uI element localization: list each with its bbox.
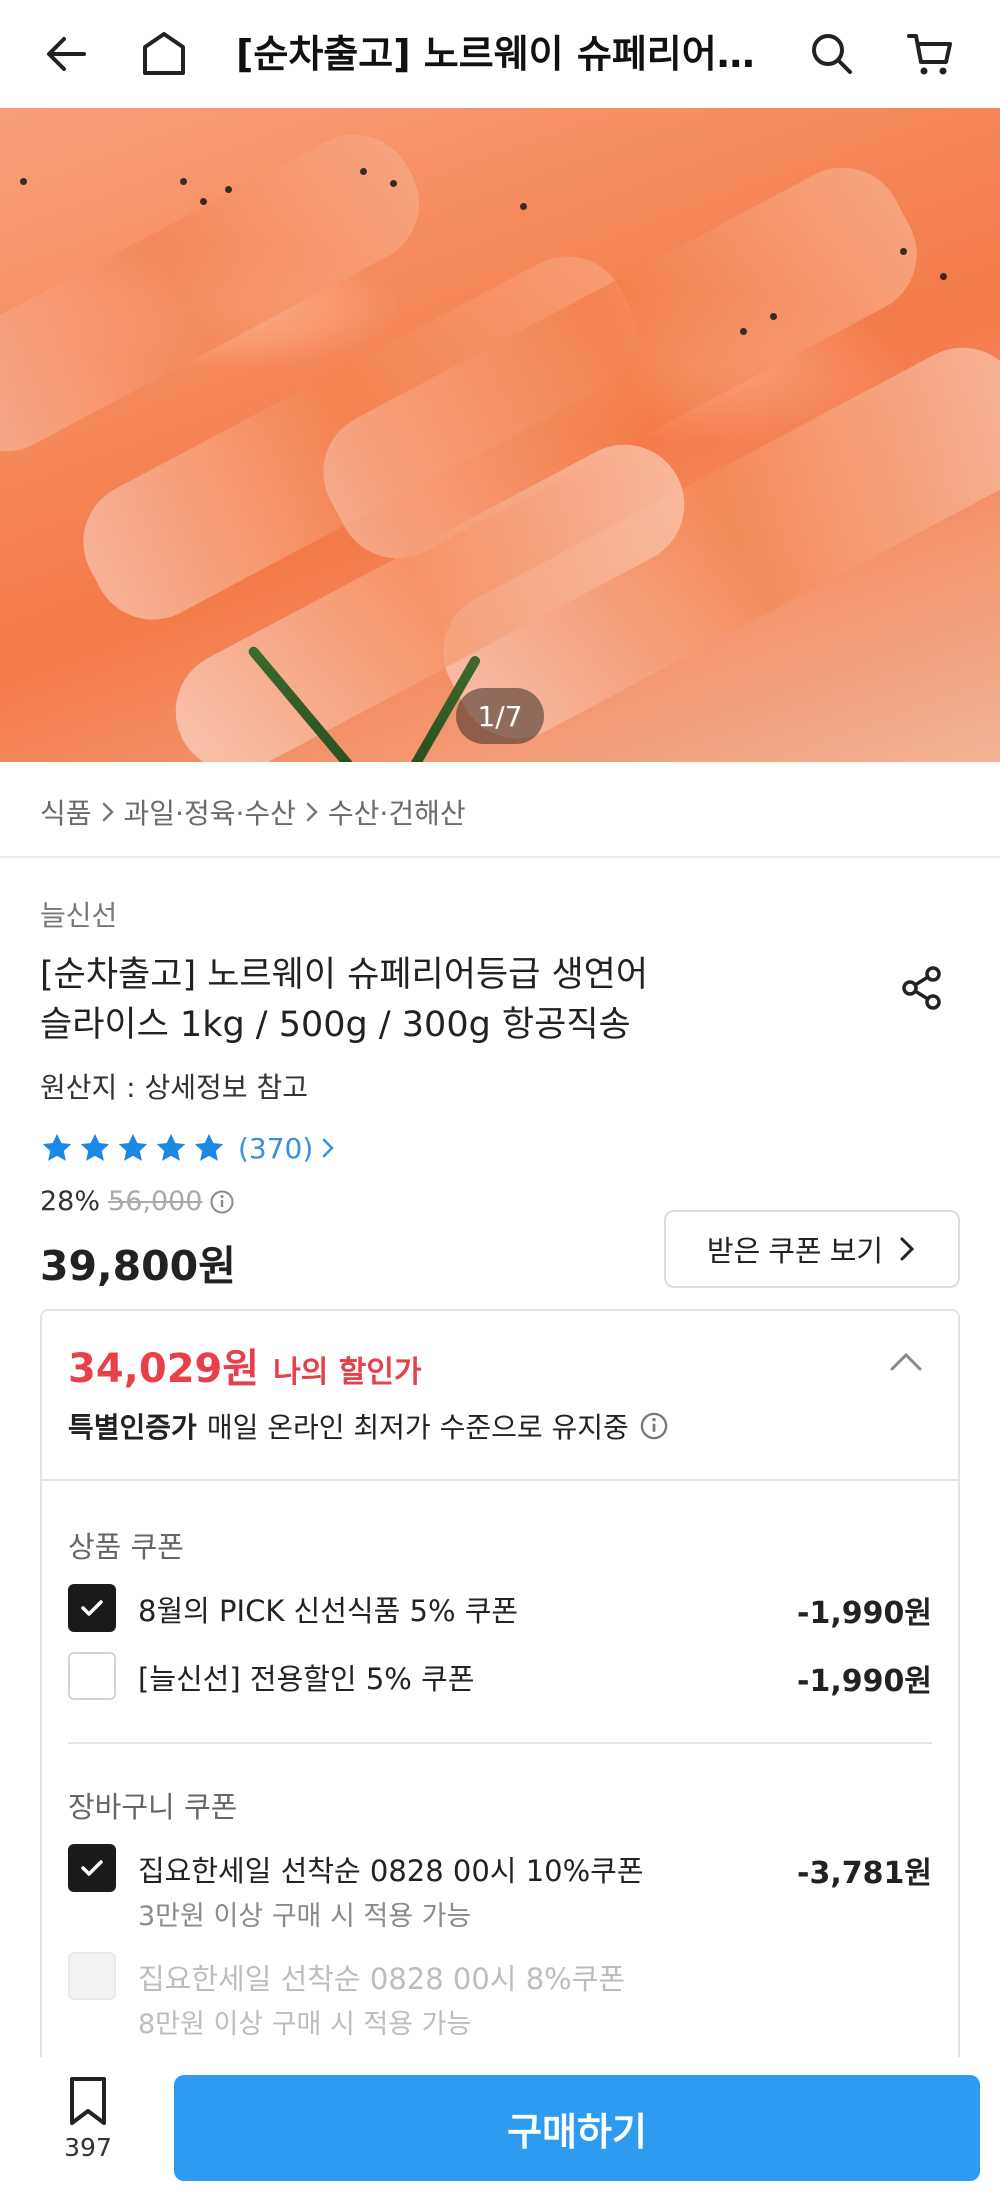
- pepper-flake: [390, 180, 397, 187]
- cert-text: 매일 온라인 최저가 수준으로 유지중: [206, 1411, 629, 1444]
- buy-button[interactable]: 구매하기: [174, 2075, 980, 2181]
- breadcrumb: 식품 과일·정육·수산 수산·건해산: [40, 792, 466, 832]
- product-title-line: 슬라이스 1kg / 500g / 300g 항공직송: [40, 1005, 631, 1045]
- star-icon: [192, 1131, 226, 1165]
- wishlist-button[interactable]: 397: [44, 2075, 132, 2185]
- chevron-right-icon: [302, 800, 322, 824]
- pepper-flake: [180, 178, 187, 185]
- star-icon: [78, 1131, 112, 1165]
- pepper-flake: [360, 168, 367, 175]
- pepper-flake: [740, 328, 747, 335]
- my-price-label: 나의 할인가: [273, 1355, 422, 1390]
- pepper-flake: [940, 273, 947, 280]
- view-coupons-button[interactable]: 받은 쿠폰 보기: [664, 1210, 960, 1288]
- wishlist-count: 397: [64, 2133, 112, 2162]
- pepper-flake: [770, 313, 777, 320]
- divider: [68, 1742, 932, 1744]
- info-icon[interactable]: [209, 1189, 235, 1215]
- checkbox-disabled: [68, 1952, 116, 2000]
- chevron-right-icon: [900, 1237, 915, 1261]
- brand-name[interactable]: 늘신선: [40, 894, 117, 934]
- cart-coupon-section-label: 장바구니 쿠폰: [68, 1790, 238, 1824]
- breadcrumb-item[interactable]: 과일·정육·수산: [124, 792, 296, 832]
- pepper-flake: [20, 178, 27, 185]
- certified-price-note: 특별인증가 매일 온라인 최저가 수준으로 유지중: [68, 1406, 669, 1446]
- checkbox-unchecked[interactable]: [68, 1652, 116, 1700]
- share-icon[interactable]: [890, 956, 954, 1020]
- back-arrow-icon[interactable]: [34, 22, 98, 86]
- sale-price: 39,800원: [40, 1242, 236, 1290]
- bookmark-icon: [70, 2077, 106, 2125]
- check-icon: [81, 1860, 103, 1876]
- discount-rate: 28%: [40, 1186, 101, 1217]
- product-title-line: [순차출고] 노르웨이 슈페리어등급 생연어: [40, 955, 649, 995]
- chevron-right-icon: [319, 1134, 337, 1162]
- info-icon[interactable]: [639, 1411, 669, 1441]
- pepper-flake: [520, 203, 527, 210]
- image-counter: 1/7: [456, 688, 544, 744]
- check-icon: [81, 1600, 103, 1616]
- page-title: [순차출고] 노르웨이 슈페리어…: [236, 32, 755, 76]
- chevron-right-icon: [98, 800, 118, 824]
- star-icon: [40, 1131, 74, 1165]
- view-coupons-label: 받은 쿠폰 보기: [706, 1236, 884, 1268]
- rating-summary[interactable]: (370): [40, 1128, 337, 1168]
- origin-info: 원산지 : 상세정보 참고: [40, 1071, 308, 1104]
- coupon-row[interactable]: 집요한세일 선착순 0828 00시 10%쿠폰 3만원 이상 구매 시 적용 …: [68, 1844, 932, 1932]
- bottom-action-bar: 397 구매하기: [0, 2057, 1000, 2197]
- home-icon[interactable]: [132, 22, 196, 86]
- coupon-condition: 3만원 이상 구매 시 적용 가능: [138, 1901, 472, 1932]
- price-discount-row: 28% 56,000: [40, 1186, 235, 1217]
- breadcrumb-item[interactable]: 식품: [40, 792, 92, 832]
- product-title: [순차출고] 노르웨이 슈페리어등급 생연어 슬라이스 1kg / 500g /…: [40, 950, 860, 1050]
- chevron-up-icon[interactable]: [888, 1350, 924, 1378]
- coupon-amount: -1,990원: [797, 1596, 932, 1631]
- checkbox-checked[interactable]: [68, 1584, 116, 1632]
- coupon-amount: -1,990원: [797, 1664, 932, 1699]
- coupon-name: 집요한세일 선착순 0828 00시 10%쿠폰: [138, 1854, 644, 1888]
- original-price: 56,000: [108, 1186, 203, 1217]
- search-icon[interactable]: [800, 22, 864, 86]
- cart-icon[interactable]: [898, 22, 962, 86]
- review-count[interactable]: (370): [238, 1132, 313, 1165]
- coupon-condition: 8만원 이상 구매 시 적용 가능: [138, 2009, 472, 2040]
- breadcrumb-item[interactable]: 수산·건해산: [328, 792, 466, 832]
- divider: [42, 1479, 958, 1481]
- coupon-name: 집요한세일 선착순 0828 00시 8%쿠폰: [138, 1962, 626, 1996]
- my-discount-price: 34,029원 나의 할인가: [68, 1336, 422, 1394]
- star-icon: [154, 1131, 188, 1165]
- coupon-name: 8월의 PICK 신선식품 5% 쿠폰: [138, 1594, 519, 1628]
- product-coupon-section-label: 상품 쿠폰: [68, 1530, 184, 1564]
- pepper-flake: [900, 248, 907, 255]
- star-icon: [116, 1131, 150, 1165]
- product-image-carousel[interactable]: 1/7: [0, 108, 1000, 762]
- coupon-amount: -3,781원: [797, 1856, 932, 1891]
- divider: [0, 856, 1000, 858]
- pepper-flake: [225, 186, 232, 193]
- pepper-flake: [200, 198, 207, 205]
- my-price-value: 34,029원: [68, 1346, 260, 1392]
- top-app-bar: [순차출고] 노르웨이 슈페리어…: [0, 0, 1000, 108]
- coupon-row-disabled: 집요한세일 선착순 0828 00시 8%쿠폰 8만원 이상 구매 시 적용 가…: [68, 1952, 932, 2040]
- checkbox-checked[interactable]: [68, 1844, 116, 1892]
- coupon-name: [늘신선] 전용할인 5% 쿠폰: [138, 1662, 475, 1696]
- coupon-row[interactable]: [늘신선] 전용할인 5% 쿠폰 -1,990원: [68, 1652, 932, 1702]
- coupon-row[interactable]: 8월의 PICK 신선식품 5% 쿠폰 -1,990원: [68, 1584, 932, 1634]
- cert-title: 특별인증가: [68, 1411, 197, 1444]
